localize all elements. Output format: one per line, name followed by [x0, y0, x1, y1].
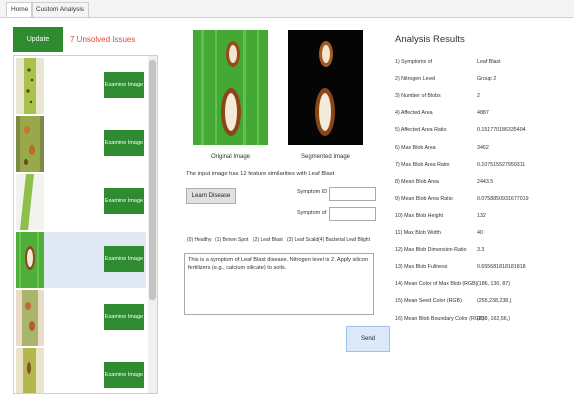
analysis-row-label: 6) Max Blob Area: [395, 144, 436, 151]
analysis-row-value: 40: [477, 230, 483, 236]
analysis-row-label: 4) Affected Area: [395, 110, 433, 117]
tab-home[interactable]: Home: [6, 2, 34, 17]
examine-image-button[interactable]: Examine Image: [104, 72, 144, 98]
analysis-row-label: 5) Affected Area Ratio: [395, 127, 447, 134]
segmented-image-caption: Segmented Image: [300, 154, 351, 160]
analysis-row-label: 12) Max Blob Dimension Ratio: [395, 247, 467, 254]
similarity-text: The input image has 12 feature similarit…: [186, 171, 335, 177]
tab-custom-analysis[interactable]: Custom Analysis: [31, 2, 90, 17]
analysis-row: 7) Max Blob Area Ratio 0.107515527950311: [395, 161, 570, 170]
analysis-row: 2) Nitrogen Level Group 2: [395, 75, 570, 84]
analysis-row-label: 16) Mean Blob Boundary Color (RGB): [395, 315, 485, 322]
class-legend-brown-spot: (1) Brown Spot: [215, 237, 249, 243]
leaf-thumbnail: [16, 232, 44, 288]
analysis-row: 12) Max Blob Dimension Ratio 3.3: [395, 246, 570, 255]
list-item[interactable]: Examine Image: [16, 58, 146, 114]
leaf-thumbnail: [16, 290, 44, 346]
analysis-row: 11) Max Blob Width 40: [395, 229, 570, 238]
original-image: [193, 30, 268, 145]
analysis-row-value: 2: [477, 93, 480, 100]
image-list[interactable]: Examine Image Examine Image Examine Imag…: [13, 55, 158, 394]
list-scrollbar[interactable]: [148, 56, 157, 393]
unsolved-issues-label: 7 Unsolved Issues: [70, 35, 136, 44]
class-legend-leaf-scald: (3) Leaf Scald: [287, 237, 319, 243]
list-item[interactable]: Examine Image: [16, 174, 146, 230]
analysis-row: 4) Affected Area 4887: [395, 109, 570, 118]
leaf-thumbnail: [16, 116, 44, 172]
class-legend-bacterial-leaf-blight: (4) Bacterial Leaf Blight: [318, 237, 370, 243]
list-item[interactable]: Examine Image: [16, 348, 146, 393]
analysis-row: 9) Mean Blob Area Ratio 0.075885093167701…: [395, 195, 570, 204]
examine-image-button[interactable]: Examine Image: [104, 304, 144, 330]
examine-image-button[interactable]: Examine Image: [104, 188, 144, 214]
analysis-row: 8) Mean Blob Area 2443.5: [395, 178, 570, 187]
update-button[interactable]: Update: [13, 27, 63, 52]
analysis-row: 1) Symptoms of Leaf Blast: [395, 58, 570, 67]
leaf-thumbnail: [16, 174, 44, 230]
class-legend-healthy: (0) Healthy: [187, 237, 212, 243]
analysis-row-value: 3.3: [477, 247, 485, 254]
analysis-row-value: Group 2: [477, 76, 497, 83]
analysis-row-label: 8) Mean Blob Area: [395, 178, 439, 185]
analysis-row: 14) Mean Color of Max Blob (RGB) (186, 13…: [395, 280, 570, 289]
analysis-row: 13) Max Blob Fullness 0.655681818181818: [395, 263, 570, 272]
analysis-row: 10) Max Blob Height 132: [395, 212, 570, 221]
analysis-row-value: 0.107515527950311: [477, 161, 526, 168]
list-item[interactable]: Examine Image: [16, 116, 146, 172]
analysis-row-value: 0.655681818181818: [477, 264, 526, 271]
symptom-of-label: Symptom of: [297, 210, 327, 216]
analysis-results-title: Analysis Results: [395, 34, 465, 45]
analysis-row-label: 2) Nitrogen Level: [395, 76, 436, 83]
examine-image-button[interactable]: Examine Image: [104, 130, 144, 156]
list-item[interactable]: Examine Image: [16, 232, 146, 288]
analysis-row-value: 132: [477, 212, 486, 219]
analysis-row: 15) Mean Seed Color (RGB) (255,238,238,): [395, 297, 570, 306]
scrollbar-thumb[interactable]: [149, 60, 156, 300]
class-legend-leaf-blast: (2) Leaf Blast: [253, 237, 283, 243]
analysis-row-value: Leaf Blast: [477, 59, 501, 65]
result-textbox[interactable]: This is a symptom of Leaf Blast disease.…: [184, 253, 374, 315]
list-item[interactable]: Examine Image: [16, 290, 146, 346]
analysis-row-value: 4887: [477, 110, 489, 117]
send-button[interactable]: Send: [346, 326, 390, 352]
analysis-row-label: 1) Symptoms of: [395, 59, 433, 65]
leaf-thumbnail: [16, 58, 44, 114]
segmented-image: [288, 30, 363, 145]
analysis-row-value: 0.0758850931677019: [477, 195, 529, 202]
tab-bar: Home Custom Analysis: [0, 0, 574, 18]
symptom-id-label: Symptom ID: [297, 189, 328, 195]
symptom-id-field[interactable]: [329, 187, 376, 201]
analysis-row: 16) Mean Blob Boundary Color (RGB) (238, …: [395, 315, 570, 324]
examine-image-button[interactable]: Examine Image: [104, 362, 144, 388]
analysis-row-label: 11) Max Blob Width: [395, 230, 441, 236]
analysis-row-value: (255,238,238,): [477, 298, 512, 305]
original-image-caption: Original Image: [210, 154, 251, 160]
learn-disease-button[interactable]: Learn Disease: [186, 188, 236, 204]
analysis-row-label: 7) Max Blob Area Ratio: [395, 161, 450, 168]
analysis-row-value: 3462: [477, 144, 489, 151]
analysis-row: 3) Number of Blobs 2: [395, 92, 570, 101]
examine-image-button[interactable]: Examine Image: [104, 246, 144, 272]
analysis-row-value: (238, 162,56,): [477, 315, 510, 322]
analysis-row-value: 2443.5: [477, 178, 494, 185]
analysis-row: 5) Affected Area Ratio 0.151770186335404: [395, 126, 570, 135]
analysis-row-label: 13) Max Blob Fullness: [395, 264, 448, 271]
analysis-row-value: (186, 130, 87): [477, 281, 510, 288]
analysis-row-value: 0.151770186335404: [477, 127, 526, 134]
analysis-row-label: 14) Mean Color of Max Blob (RGB): [395, 281, 478, 288]
analysis-row-label: 10) Max Blob Height: [395, 212, 443, 219]
analysis-row: 6) Max Blob Area 3462: [395, 144, 570, 153]
analysis-row-label: 9) Mean Blob Area Ratio: [395, 195, 453, 202]
analysis-row-label: 15) Mean Seed Color (RGB): [395, 298, 462, 305]
analysis-row-label: 3) Number of Blobs: [395, 93, 441, 100]
symptom-of-field[interactable]: [329, 207, 376, 221]
leaf-thumbnail: [16, 348, 44, 393]
